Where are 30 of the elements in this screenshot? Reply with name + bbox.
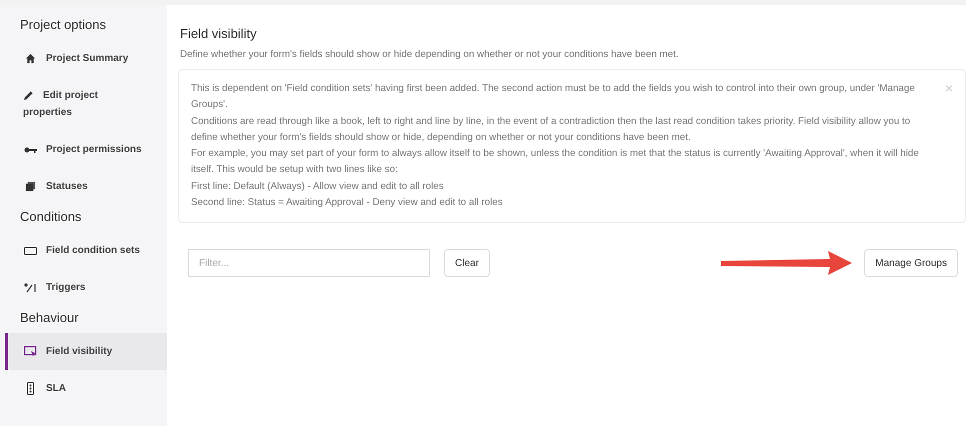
- section-heading: Behaviour: [19, 309, 80, 327]
- trigger-icon: [24, 282, 36, 292]
- sidebar-item[interactable]: Project Summary: [5, 40, 167, 77]
- sidebar-item[interactable]: Field visibility: [5, 333, 167, 370]
- sidebar-item[interactable]: Project permissions: [5, 131, 167, 168]
- sidebar-item[interactable]: Edit project properties: [5, 77, 167, 131]
- page-title: Field visibility: [180, 26, 258, 41]
- home-icon: [24, 53, 36, 64]
- sidebar-item[interactable]: Field condition sets: [5, 232, 167, 269]
- sidebar-item[interactable]: Statuses: [5, 168, 167, 205]
- manage-groups-button[interactable]: Manage Groups: [864, 249, 958, 278]
- cursor-box-icon: [24, 346, 36, 357]
- traffic-light-icon: [26, 382, 34, 395]
- clear-button[interactable]: Clear: [444, 249, 490, 278]
- arrow-icon: [718, 249, 854, 278]
- key-icon: [24, 146, 36, 154]
- info-text: Second line: Status = Awaiting Approval - Deny view and edit to all roles: [191, 196, 504, 210]
- info-text: This is dependent on 'Field condition sets' having first been added. The second action must be to add the fields you wish to control into their own group, under 'Manage Groups'.: [191, 82, 916, 112]
- rectangle-icon: [24, 246, 36, 254]
- pencil-icon: [23, 90, 34, 101]
- info-text: Conditions are read through like a book, left to right and line by line, in the event of a contradiction then the last read condition takes priority. Field visibility allow you to define whether your form's fields should show or hide, depending on whether or not your conditions have been met.: [191, 114, 912, 145]
- info-text: For example, you may set part of your form to always allow itself to be shown, unless the condition is met that the status is currently 'Awaiting Approval', when it will hide itself. This would be setup with two lines like so:: [191, 147, 920, 178]
- info-text: First line: Default (Always) - Allow view and edit to all roles: [191, 180, 445, 194]
- section-heading: Project options: [19, 16, 107, 34]
- section-heading: Conditions: [19, 208, 82, 226]
- stack-icon: [24, 181, 36, 192]
- filter-field[interactable]: Filter...: [188, 249, 430, 278]
- page-description: Define whether your form's fields should show or hide depending on whether or not your conditions have been met.: [180, 49, 680, 60]
- sidebar-item[interactable]: SLA: [5, 370, 167, 407]
- sidebar-item[interactable]: Triggers: [5, 269, 167, 306]
